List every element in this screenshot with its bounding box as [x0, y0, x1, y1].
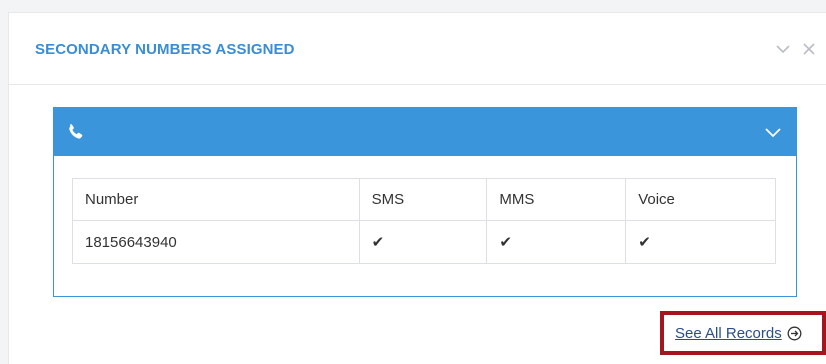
widget-tools: [775, 39, 817, 59]
column-header-mms: MMS: [486, 178, 627, 221]
card-header: [54, 108, 796, 156]
table-header-row: Number SMS MMS Voice: [72, 178, 776, 221]
arrow-circle-right-icon[interactable]: [787, 326, 802, 341]
card-chevron-down-icon[interactable]: [764, 124, 782, 140]
mms-check-icon: ✔: [486, 220, 627, 264]
column-header-voice: Voice: [625, 178, 776, 221]
number-cell: 18156643940: [72, 220, 360, 264]
numbers-table: Number SMS MMS Voice 18156643940 ✔ ✔ ✔: [72, 178, 776, 264]
column-header-number: Number: [72, 178, 360, 221]
widget-header: SECONDARY NUMBERS ASSIGNED: [9, 13, 826, 85]
see-all-records-highlight: See All Records: [660, 311, 826, 355]
widget-title: SECONDARY NUMBERS ASSIGNED: [35, 41, 295, 58]
close-icon[interactable]: [801, 39, 817, 59]
phone-numbers-card: Number SMS MMS Voice 18156643940 ✔ ✔ ✔: [53, 107, 797, 297]
voice-check-icon: ✔: [625, 220, 776, 264]
see-all-records-link[interactable]: See All Records: [675, 325, 782, 342]
column-header-sms: SMS: [358, 178, 488, 221]
phone-icon: [69, 124, 83, 139]
table-row: 18156643940 ✔ ✔ ✔: [72, 220, 776, 264]
collapse-chevron-down-icon[interactable]: [775, 39, 791, 59]
sms-check-icon: ✔: [358, 220, 488, 264]
